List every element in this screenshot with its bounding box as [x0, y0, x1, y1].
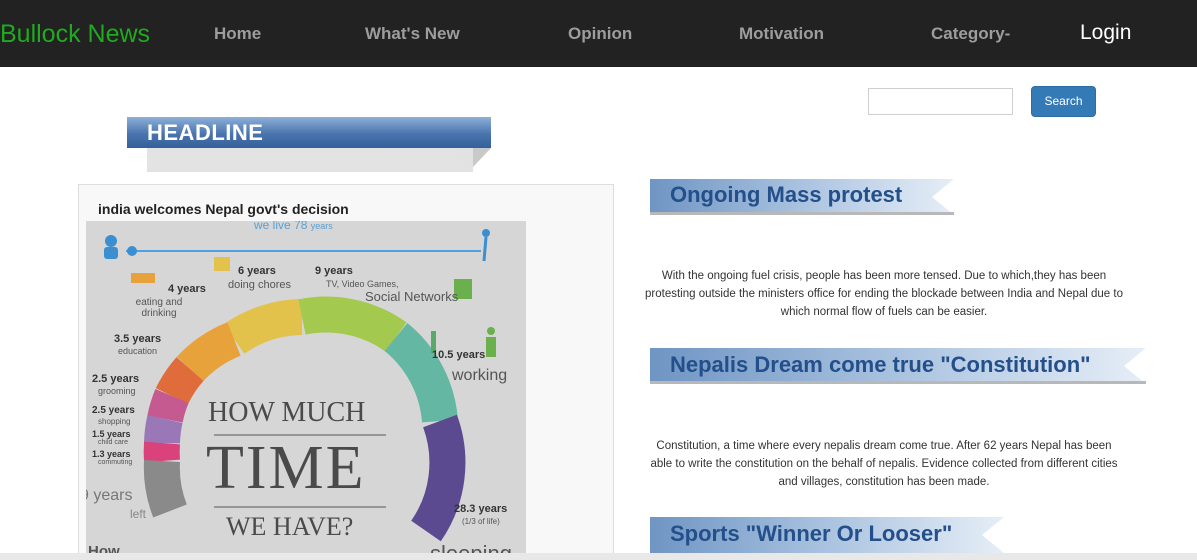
- stat-value: 3.5 years: [114, 333, 162, 345]
- nav-login[interactable]: Login: [1080, 21, 1131, 45]
- stat-label: eating and drinking: [135, 297, 183, 319]
- search-input[interactable]: [868, 88, 1013, 115]
- stat-label: (1/3 of life): [462, 517, 500, 526]
- stat-label: working: [452, 367, 508, 384]
- nav-motivation[interactable]: Motivation: [739, 24, 824, 44]
- stat-value: 9 years: [86, 487, 133, 504]
- stat-value: 9 years: [315, 265, 353, 277]
- stat-value: 10.5 years: [432, 349, 486, 361]
- stat-value: 2.5 years: [92, 405, 135, 416]
- stat-value: 28.3 years: [454, 503, 508, 515]
- infographic-heading-line3: WE HAVE?: [226, 512, 354, 541]
- top-navbar: Bullock News Home What's New Opinion Mot…: [0, 0, 1197, 67]
- stat-label: commuting: [98, 459, 133, 466]
- stat-value: 2.5 years: [92, 373, 140, 385]
- headline-label: HEADLINE: [147, 120, 264, 145]
- lifespan-text: we live 78: [254, 221, 308, 232]
- stat-label: left: [130, 507, 147, 521]
- nav-whats-new[interactable]: What's New: [365, 24, 460, 44]
- article-title[interactable]: Ongoing Mass protest: [670, 182, 902, 208]
- featured-title[interactable]: india welcomes Nepal govt's decision: [98, 201, 349, 217]
- stat-label: education: [118, 346, 158, 356]
- time-infographic[interactable]: we live 78 years 6 years doing chores 9 …: [86, 221, 526, 559]
- stat-label: grooming: [98, 386, 136, 396]
- horizontal-scrollbar[interactable]: [0, 553, 1197, 560]
- article-title[interactable]: Nepalis Dream come true "Constitution": [670, 352, 1091, 378]
- featured-panel: india welcomes Nepal govt's decision we …: [78, 184, 614, 560]
- lifespan-unit: years: [310, 221, 333, 231]
- stat-label: child care: [98, 439, 128, 446]
- brand-logo-link[interactable]: Bullock News: [0, 20, 150, 49]
- stat-label: Social Networks: [365, 289, 459, 304]
- article-body: With the ongoing fuel crisis, people has…: [645, 270, 1123, 318]
- nav-home[interactable]: Home: [214, 24, 261, 44]
- stat-value: 4 years: [168, 283, 206, 295]
- article-title[interactable]: Sports "Winner Or Looser": [670, 521, 952, 547]
- nav-category-dropdown[interactable]: Category-: [931, 24, 1010, 44]
- stat-label: doing chores: [228, 279, 291, 291]
- nav-opinion[interactable]: Opinion: [568, 24, 632, 44]
- stat-value: 1.3 years: [92, 449, 131, 459]
- article-body: Constitution, a time where every nepalis…: [650, 440, 1118, 488]
- infographic-heading-line1: HOW MUCH: [208, 397, 366, 428]
- infographic-heading-line2: TIME: [206, 434, 366, 502]
- stat-value: 6 years: [238, 265, 276, 277]
- stat-value: 1.5 years: [92, 429, 131, 439]
- stat-label: shopping: [98, 417, 131, 426]
- stat-label: TV, Video Games,: [326, 279, 399, 289]
- search-button[interactable]: Search: [1031, 86, 1096, 117]
